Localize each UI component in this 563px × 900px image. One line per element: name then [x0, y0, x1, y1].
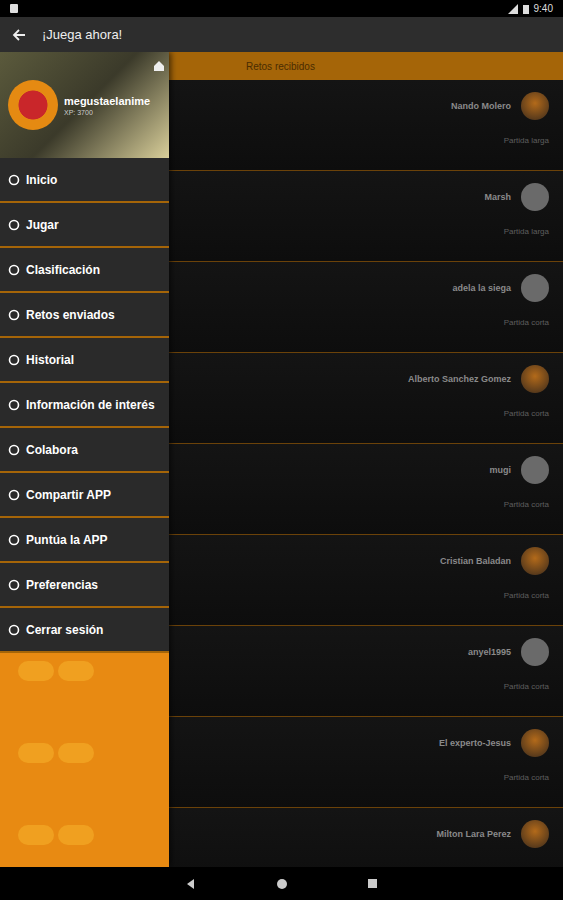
drawer-footer: [0, 653, 169, 867]
home-button-icon[interactable]: [276, 878, 288, 890]
notification-icon: [10, 4, 18, 13]
avatar-icon: [521, 820, 549, 848]
menu-item[interactable]: Historial: [0, 338, 169, 383]
menu-label: Colabora: [26, 443, 78, 457]
player-name: El experto-Jesus: [439, 738, 511, 748]
username: megustaelanime: [64, 95, 150, 107]
player-name: mugi: [490, 465, 512, 475]
avatar-icon: [521, 729, 549, 757]
menu-item-icon: [8, 174, 20, 186]
avatar-icon: [521, 92, 549, 120]
player-name: Marsh: [484, 192, 511, 202]
game-mode: Partida larga: [504, 136, 549, 145]
player-name: Milton Lara Perez: [436, 829, 511, 839]
avatar-icon: [521, 456, 549, 484]
navigation-drawer: megustaelanime XP: 3700 Inicio Jugar Clasifi…: [0, 52, 169, 867]
menu-item-icon: [8, 624, 20, 636]
back-icon[interactable]: [186, 879, 196, 889]
home-icon[interactable]: [153, 60, 165, 72]
player-name: anyel1995: [468, 647, 511, 657]
menu-item[interactable]: Clasificación: [0, 248, 169, 293]
back-arrow-icon[interactable]: [12, 28, 26, 42]
menu-label: Inicio: [26, 173, 57, 187]
avatar-icon: [521, 183, 549, 211]
menu-item[interactable]: Jugar: [0, 203, 169, 248]
recents-icon[interactable]: [368, 879, 377, 888]
menu-label: Clasificación: [26, 263, 100, 277]
game-mode: Partida corta: [504, 591, 549, 600]
game-mode: Partida larga: [504, 227, 549, 236]
menu-item[interactable]: Inicio: [0, 158, 169, 203]
avatar-icon: [521, 547, 549, 575]
main: Retos recibidos Nando Molero Partida larga…: [0, 52, 563, 867]
menu-label: Historial: [26, 353, 74, 367]
menu-item-icon: [8, 354, 20, 366]
game-mode: Partida corta: [504, 318, 549, 327]
avatar-icon: [521, 638, 549, 666]
app-bar: ¡Juega ahora!: [0, 17, 563, 52]
user-avatar-icon: [8, 80, 58, 130]
menu-item-icon: [8, 489, 20, 501]
battery-icon: [523, 4, 529, 14]
menu-label: Información de interés: [26, 398, 155, 412]
menu-item-icon: [8, 264, 20, 276]
avatar-icon: [521, 365, 549, 393]
status-time: 9:40: [534, 3, 553, 14]
game-mode: Partida corta: [504, 409, 549, 418]
menu-label: Preferencias: [26, 578, 98, 592]
menu-label: Jugar: [26, 218, 59, 232]
player-name: Cristian Baladan: [440, 556, 511, 566]
menu-label: Puntúa la APP: [26, 533, 108, 547]
menu-label: Retos enviados: [26, 308, 115, 322]
game-mode: Partida corta: [504, 500, 549, 509]
screen: 9:40 ¡Juega ahora! Retos recibidos Nando Mo…: [0, 0, 563, 900]
status-bar: 9:40: [0, 0, 563, 17]
menu-item[interactable]: Retos enviados: [0, 293, 169, 338]
menu-item[interactable]: Colabora: [0, 428, 169, 473]
menu-label: Compartir APP: [26, 488, 111, 502]
user-xp: XP: 3700: [64, 109, 150, 116]
menu-item[interactable]: Cerrar sesión: [0, 608, 169, 653]
player-name: adela la siega: [452, 283, 511, 293]
menu-item[interactable]: Preferencias: [0, 563, 169, 608]
menu-item-icon: [8, 579, 20, 591]
list-title: Retos recibidos: [246, 61, 315, 72]
menu-item[interactable]: Información de interés: [0, 383, 169, 428]
player-name: Alberto Sanchez Gomez: [408, 374, 511, 384]
system-nav-bar: [0, 867, 563, 900]
menu-item[interactable]: Compartir APP: [0, 473, 169, 518]
signal-icon: [508, 4, 518, 14]
menu-item-icon: [8, 219, 20, 231]
menu-item-icon: [8, 309, 20, 321]
menu-label: Cerrar sesión: [26, 623, 103, 637]
game-mode: Partida corta: [504, 773, 549, 782]
app-title: ¡Juega ahora!: [42, 27, 122, 42]
avatar-icon: [521, 274, 549, 302]
menu-item-icon: [8, 534, 20, 546]
menu-item[interactable]: Puntúa la APP: [0, 518, 169, 563]
drawer-header: megustaelanime XP: 3700: [0, 52, 169, 158]
menu-item-icon: [8, 444, 20, 456]
game-mode: Partida corta: [504, 682, 549, 691]
menu-item-icon: [8, 399, 20, 411]
player-name: Nando Molero: [451, 101, 511, 111]
